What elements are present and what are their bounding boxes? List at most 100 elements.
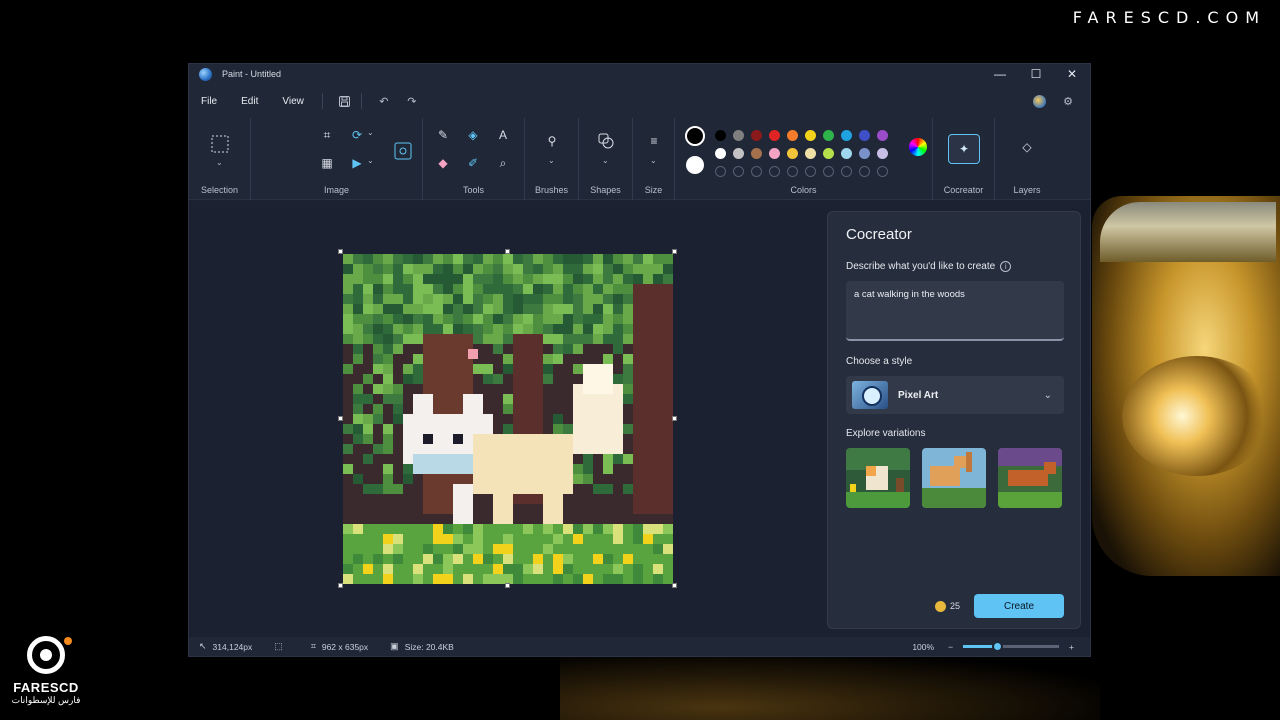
resize-handle[interactable] — [505, 249, 510, 254]
art-foliage-pixel — [563, 264, 573, 274]
palette-swatch[interactable] — [715, 130, 726, 141]
account-icon[interactable] — [1033, 94, 1046, 108]
variation-thumbnail-1[interactable] — [846, 448, 910, 508]
palette-swatch[interactable] — [805, 130, 816, 141]
rectangle-select-icon[interactable] — [210, 134, 230, 154]
custom-color-slot[interactable] — [877, 166, 888, 177]
palette-swatch[interactable] — [859, 130, 870, 141]
art-foliage-pixel — [343, 304, 353, 314]
resize-handle[interactable] — [672, 583, 677, 588]
pencil-icon[interactable]: ✎ — [433, 126, 453, 144]
zoom-slider[interactable] — [963, 641, 1060, 652]
palette-swatch[interactable] — [769, 148, 780, 159]
palette-swatch[interactable] — [877, 148, 888, 159]
palette-swatch[interactable] — [733, 148, 744, 159]
layers-icon[interactable]: ◇ — [1017, 138, 1037, 156]
resize-handle[interactable] — [672, 249, 677, 254]
art-foliage-pixel — [433, 264, 443, 274]
cocreator-sparkle-icon[interactable]: ✦ — [948, 134, 980, 164]
settings-gear-icon[interactable]: ⚙ — [1054, 91, 1082, 111]
resize-handle[interactable] — [505, 583, 510, 588]
image-adjust-icon[interactable] — [392, 140, 414, 162]
magnifier-icon[interactable]: ⌕ — [493, 154, 513, 172]
custom-color-slot[interactable] — [733, 166, 744, 177]
palette-swatch[interactable] — [823, 148, 834, 159]
menu-file[interactable]: File — [201, 96, 217, 107]
variation-thumbnail-2[interactable] — [922, 448, 986, 508]
custom-color-slot[interactable] — [715, 166, 726, 177]
palette-swatch[interactable] — [769, 130, 780, 141]
resize-handle[interactable] — [338, 583, 343, 588]
custom-color-slot[interactable] — [859, 166, 870, 177]
chevron-down-icon[interactable]: ⌄ — [548, 156, 555, 165]
palette-swatch[interactable] — [733, 130, 744, 141]
menu-view[interactable]: View — [282, 96, 304, 107]
prompt-input[interactable]: a cat walking in the woods — [846, 281, 1064, 341]
palette-swatch[interactable] — [751, 130, 762, 141]
custom-color-slot[interactable] — [751, 166, 762, 177]
art-foliage-pixel — [353, 254, 363, 264]
shapes-icon[interactable] — [596, 132, 616, 150]
rotate-icon[interactable]: ⟳ — [347, 126, 367, 144]
maximize-button[interactable]: ☐ — [1018, 64, 1054, 84]
palette-swatch[interactable] — [859, 148, 870, 159]
custom-color-slot[interactable] — [805, 166, 816, 177]
eraser-icon[interactable]: ◆ — [433, 154, 453, 172]
palette-swatch[interactable] — [751, 148, 762, 159]
palette-swatch[interactable] — [715, 148, 726, 159]
resize-handle[interactable] — [338, 249, 343, 254]
resize-icon[interactable]: ▦ — [317, 154, 337, 172]
primary-color-swatch[interactable] — [685, 126, 705, 146]
chevron-down-icon[interactable]: ⌄ — [367, 128, 374, 137]
palette-swatch[interactable] — [841, 148, 852, 159]
redo-icon[interactable]: ↷ — [398, 91, 426, 111]
zoom-in-icon[interactable]: + — [1069, 642, 1074, 652]
logo-mark — [27, 636, 72, 674]
secondary-color-swatch[interactable] — [686, 156, 704, 174]
art-foliage-pixel — [493, 374, 503, 384]
custom-color-slot[interactable] — [769, 166, 780, 177]
palette-swatch[interactable] — [877, 130, 888, 141]
palette-swatch[interactable] — [823, 130, 834, 141]
art-grass-pixel — [443, 534, 453, 544]
chevron-down-icon[interactable]: ⌄ — [602, 156, 609, 165]
chevron-down-icon[interactable]: ⌄ — [216, 158, 223, 167]
resize-handle[interactable] — [338, 416, 343, 421]
undo-icon[interactable]: ↶ — [370, 91, 398, 111]
custom-color-slot[interactable] — [841, 166, 852, 177]
resize-handle[interactable] — [672, 416, 677, 421]
close-button[interactable]: ✕ — [1054, 64, 1090, 84]
palette-swatch[interactable] — [787, 130, 798, 141]
chevron-down-icon[interactable]: ⌄ — [650, 156, 657, 165]
edit-colors-icon[interactable] — [909, 138, 927, 156]
zoom-out-icon[interactable]: − — [948, 642, 953, 652]
palette-swatch[interactable] — [805, 148, 816, 159]
zoom-slider-thumb[interactable] — [991, 641, 1003, 652]
info-icon[interactable]: i — [1000, 261, 1012, 272]
save-icon[interactable] — [331, 91, 359, 111]
line-size-icon[interactable]: ≡ — [644, 132, 664, 150]
flip-icon[interactable]: ▶ — [347, 154, 367, 172]
crop-icon[interactable]: ⌗ — [317, 126, 337, 144]
custom-color-slot[interactable] — [787, 166, 798, 177]
palette-swatch[interactable] — [841, 130, 852, 141]
palette-swatch[interactable] — [787, 148, 798, 159]
cocreator-title: Cocreator — [846, 226, 912, 243]
minimize-button[interactable]: — — [982, 64, 1018, 84]
fill-bucket-icon[interactable]: ◈ — [463, 126, 483, 144]
chevron-down-icon[interactable]: ⌄ — [367, 156, 374, 165]
menu-edit[interactable]: Edit — [241, 96, 258, 107]
art-foliage-pixel — [593, 284, 603, 294]
art-foliage-pixel — [433, 324, 443, 334]
style-dropdown[interactable]: Pixel Art ⌄ — [846, 376, 1064, 414]
canvas-area[interactable]: Cocreator Describe what you'd like to cr… — [189, 201, 1090, 639]
pixel-art-canvas[interactable] — [343, 254, 673, 584]
text-icon[interactable]: A — [493, 126, 513, 144]
brush-icon[interactable]: ⚲ — [542, 132, 562, 150]
create-button[interactable]: Create — [974, 594, 1064, 618]
art-foliage-pixel — [533, 324, 543, 334]
variation-thumbnail-3[interactable] — [998, 448, 1062, 508]
art-foliage-pixel — [463, 304, 473, 314]
color-picker-icon[interactable]: ✐ — [463, 154, 483, 172]
custom-color-slot[interactable] — [823, 166, 834, 177]
